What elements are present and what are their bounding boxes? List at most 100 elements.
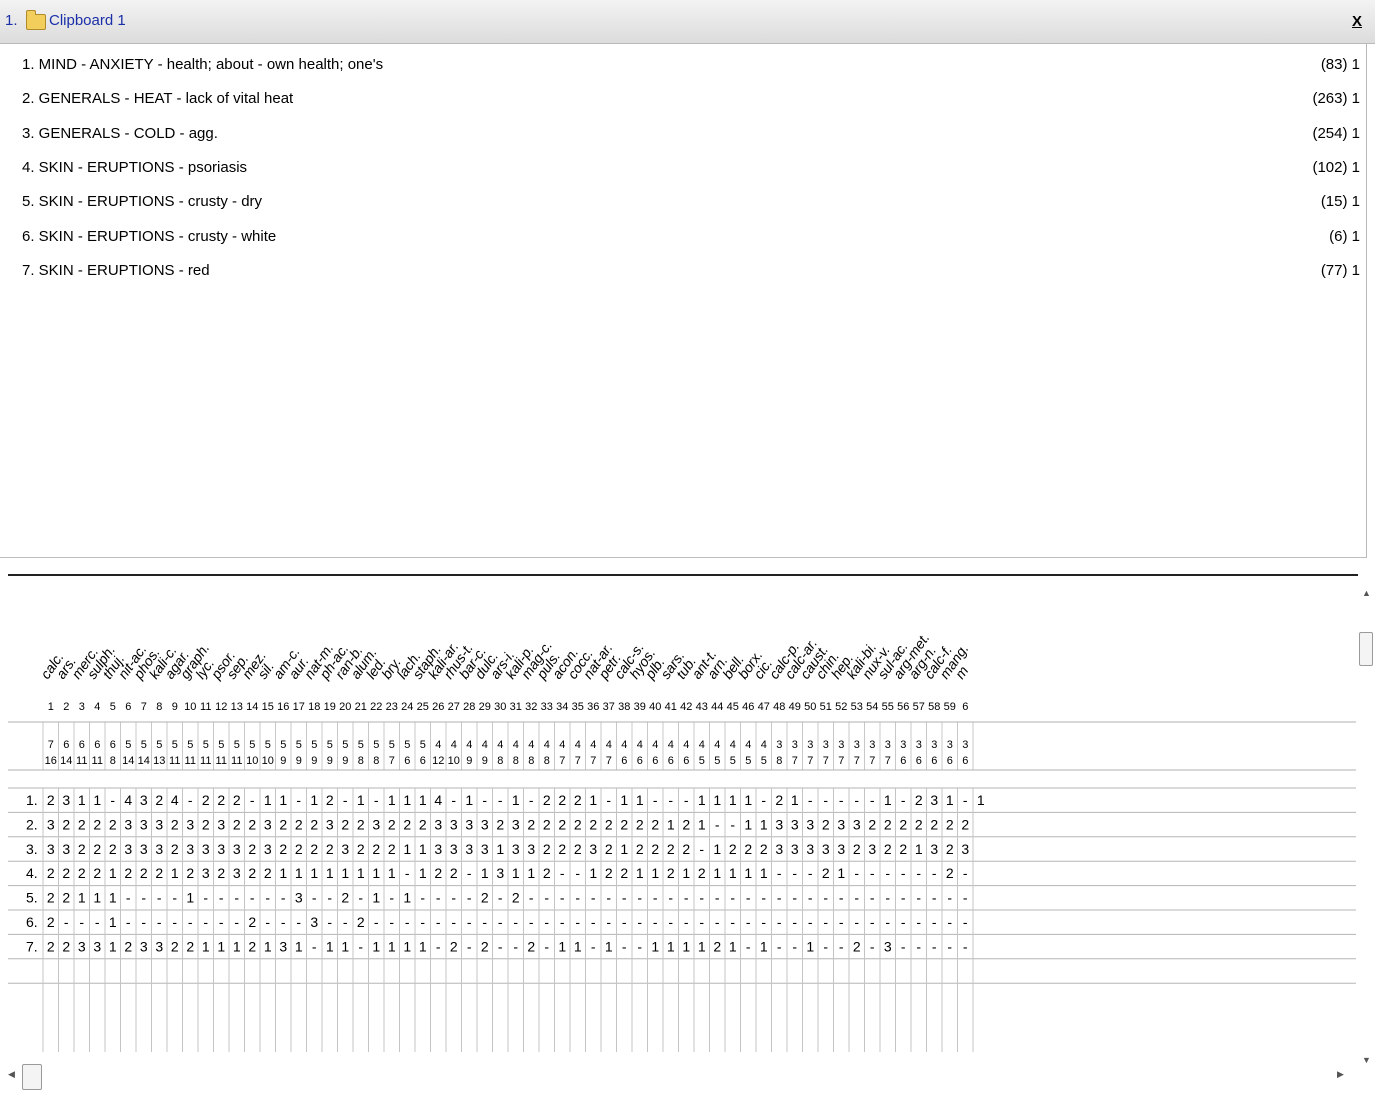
grid-cell[interactable]: 2 — [543, 816, 551, 832]
grid-cell[interactable]: 1 — [403, 890, 411, 906]
grid-cell[interactable]: - — [482, 792, 487, 808]
grid-cell[interactable]: 1 — [109, 865, 117, 881]
grid-cell[interactable]: 2 — [233, 816, 241, 832]
grid-cell[interactable]: 3 — [279, 938, 287, 954]
grid-cell[interactable]: 2 — [698, 865, 706, 881]
grid-cell[interactable]: 1 — [620, 841, 628, 857]
grid-cell[interactable]: 1 — [651, 938, 659, 954]
grid-cell[interactable]: 2 — [853, 938, 861, 954]
grid-cell[interactable]: - — [699, 890, 704, 906]
grid-cell[interactable]: - — [730, 914, 735, 930]
grid-cell[interactable]: 3 — [140, 841, 148, 857]
grid-cell[interactable]: 2 — [264, 865, 272, 881]
vertical-scroll-thumb[interactable] — [1359, 632, 1373, 666]
grid-cell[interactable]: - — [668, 792, 673, 808]
grid-cell[interactable]: 2 — [620, 865, 628, 881]
grid-cell[interactable]: 3 — [806, 841, 814, 857]
grid-cell[interactable]: - — [901, 865, 906, 881]
grid-cell[interactable]: - — [637, 890, 642, 906]
grid-cell[interactable]: - — [947, 890, 952, 906]
grid-cell[interactable]: 3 — [837, 841, 845, 857]
grid-cell[interactable]: 1 — [419, 841, 427, 857]
grid-cell[interactable]: 2 — [47, 938, 55, 954]
grid-cell[interactable]: 3 — [47, 841, 55, 857]
grid-cell[interactable]: 2 — [155, 865, 163, 881]
grid-cell[interactable]: 1 — [419, 792, 427, 808]
grid-cell[interactable]: 2 — [667, 865, 675, 881]
grid-cell[interactable]: - — [870, 865, 875, 881]
grid-cell[interactable]: 1 — [682, 865, 690, 881]
grid-cell[interactable]: - — [281, 890, 286, 906]
grid-cell[interactable]: 2 — [279, 816, 287, 832]
grid-cell[interactable]: - — [95, 914, 100, 930]
grid-cell[interactable]: 1 — [760, 938, 768, 954]
grid-cell[interactable]: 3 — [124, 816, 132, 832]
grid-cell[interactable]: 2 — [884, 841, 892, 857]
grid-cell[interactable]: 1 — [109, 890, 117, 906]
grid-cell[interactable]: 1 — [372, 865, 380, 881]
rubric-row[interactable]: 4. SKIN - ERUPTIONS - psoriasis (102) 1 — [22, 159, 1360, 179]
grid-cell[interactable]: 2 — [946, 865, 954, 881]
grid-cell[interactable]: 2 — [915, 816, 923, 832]
grid-cell[interactable]: 3 — [837, 816, 845, 832]
grid-cell[interactable]: 1 — [264, 792, 272, 808]
grid-cell[interactable]: - — [560, 914, 565, 930]
grid-cell[interactable]: 1 — [419, 938, 427, 954]
grid-cell[interactable]: - — [560, 890, 565, 906]
grid-cell[interactable]: 1 — [620, 792, 628, 808]
scroll-down-arrow-icon[interactable]: ▼ — [1362, 1055, 1371, 1065]
grid-cell[interactable]: - — [761, 890, 766, 906]
grid-cell[interactable]: - — [79, 914, 84, 930]
grid-cell[interactable]: - — [746, 914, 751, 930]
grid-cell[interactable]: 1 — [589, 792, 597, 808]
grid-cell[interactable]: 3 — [202, 865, 210, 881]
grid-cell[interactable]: - — [854, 914, 859, 930]
horizontal-scroll-thumb[interactable] — [22, 1064, 42, 1090]
grid-cell[interactable]: - — [529, 914, 534, 930]
grid-cell[interactable]: - — [606, 914, 611, 930]
grid-cell[interactable]: 2 — [961, 816, 969, 832]
grid-cell[interactable]: 1 — [403, 841, 411, 857]
grid-cell[interactable]: 1 — [837, 865, 845, 881]
grid-cell[interactable]: - — [529, 792, 534, 808]
grid-cell[interactable]: 3 — [481, 841, 489, 857]
grid-cell[interactable]: 2 — [543, 841, 551, 857]
grid-cell[interactable]: - — [684, 914, 689, 930]
grid-cell[interactable]: 1 — [527, 865, 535, 881]
grid-cell[interactable]: 1 — [78, 792, 86, 808]
grid-cell[interactable]: - — [234, 914, 239, 930]
grid-cell[interactable]: - — [715, 890, 720, 906]
grid-cell[interactable]: 1 — [310, 792, 318, 808]
grid-cell[interactable]: 3 — [527, 841, 535, 857]
grid-cell[interactable]: - — [389, 890, 394, 906]
grid-cell[interactable]: - — [498, 914, 503, 930]
grid-cell[interactable]: 1 — [279, 792, 287, 808]
grid-cell[interactable]: 1 — [915, 841, 923, 857]
grid-cell[interactable]: 2 — [326, 841, 334, 857]
grid-cell[interactable]: 2 — [744, 841, 752, 857]
grid-cell[interactable]: 1 — [357, 865, 365, 881]
grid-cell[interactable]: 1 — [388, 865, 396, 881]
grid-cell[interactable]: - — [498, 792, 503, 808]
grid-cell[interactable]: 1 — [403, 938, 411, 954]
grid-cell[interactable]: - — [374, 914, 379, 930]
grid-cell[interactable]: 1 — [233, 938, 241, 954]
grid-cell[interactable]: 2 — [124, 938, 132, 954]
grid-cell[interactable]: 3 — [233, 865, 241, 881]
grid-cell[interactable]: 2 — [93, 841, 101, 857]
grid-cell[interactable]: - — [467, 914, 472, 930]
grid-cell[interactable]: 2 — [822, 865, 830, 881]
rubric-row[interactable]: 5. SKIN - ERUPTIONS - crusty - dry (15) 1 — [22, 193, 1360, 213]
grid-cell[interactable]: - — [544, 914, 549, 930]
grid-cell[interactable]: - — [575, 890, 580, 906]
grid-cell[interactable]: - — [157, 914, 162, 930]
grid-cell[interactable]: 2 — [171, 816, 179, 832]
grid-cell[interactable]: 2 — [279, 841, 287, 857]
grid-cell[interactable]: 3 — [62, 841, 70, 857]
grid-cell[interactable]: 3 — [326, 816, 334, 832]
grid-cell[interactable]: - — [544, 890, 549, 906]
grid-cell[interactable]: 3 — [806, 816, 814, 832]
grid-cell[interactable]: 2 — [760, 841, 768, 857]
grid-cell[interactable]: 2 — [899, 816, 907, 832]
grid-cell[interactable]: - — [777, 890, 782, 906]
